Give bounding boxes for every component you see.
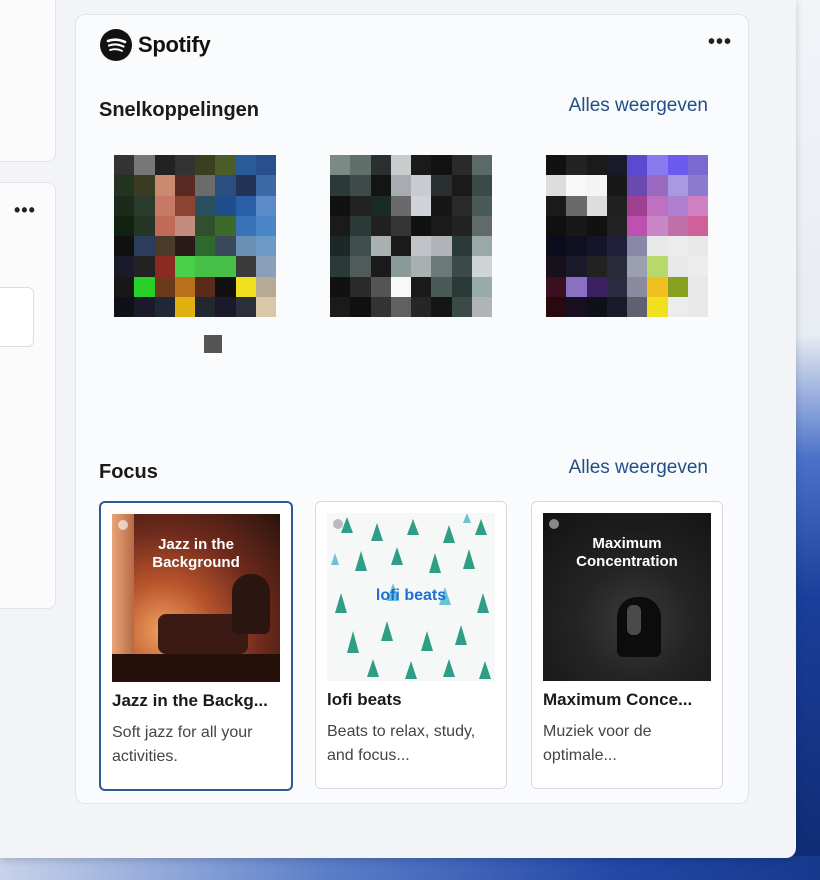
cover-text: Jazz in the Background [152,536,240,571]
shortcut-2-thumbnail[interactable] [330,155,492,317]
playlist-cover-concentration: Maximum Concentration [543,513,711,681]
desktop-wallpaper-bottom [0,856,820,880]
app-name: Spotify [138,32,211,57]
playlist-description: Beats to relax, study, and focus... [327,723,476,764]
left-widget-top[interactable] [0,0,56,162]
playlist-card-concentration[interactable]: Maximum Concentration Maximum Conce... M… [531,501,723,789]
widgets-board: ••• Spotify ••• Snelkoppelingen Alles we… [0,0,796,858]
playlist-cover-jazz: Jazz in the Background [112,514,280,682]
left-widget-more-button[interactable]: ••• [14,200,36,221]
spotify-mini-icon [118,520,128,530]
spotify-mini-icon [333,519,343,529]
spotify-logo: Spotify [100,29,211,61]
cover-text: lofi beats [375,587,447,604]
shortcut-1-thumbnail[interactable] [114,155,276,317]
playlist-description: Muziek voor de optimale... [543,723,652,764]
left-widget-middle[interactable] [0,182,56,609]
spotify-icon [100,29,132,61]
left-widget-box[interactable] [0,287,34,347]
spotify-widget: Spotify ••• Snelkoppelingen Alles weerge… [75,14,749,804]
playlist-card-lofi[interactable]: lofi beats lofi beats Beats to relax, st… [315,501,507,789]
playlist-title: Maximum Conce... [543,690,693,709]
shortcuts-see-all-link[interactable]: Alles weergeven [569,95,708,117]
playlist-title: lofi beats [327,690,402,709]
playlist-description: Soft jazz for all your activities. [112,724,253,765]
playlist-cover-lofi: lofi beats [327,513,495,681]
focus-title: Focus [99,461,158,483]
playlist-card-jazz[interactable]: Jazz in the Background Jazz in the Backg… [99,501,293,791]
spotify-mini-icon [549,519,559,529]
shortcuts-title: Snelkoppelingen [99,99,260,121]
more-options-button[interactable]: ••• [708,31,732,54]
focus-see-all-link[interactable]: Alles weergeven [569,457,708,479]
playlist-title: Jazz in the Backg... [112,691,268,710]
shortcut-indicator [204,335,222,353]
cover-text: Maximum Concentration [576,535,678,570]
shortcut-3-thumbnail[interactable] [546,155,708,317]
